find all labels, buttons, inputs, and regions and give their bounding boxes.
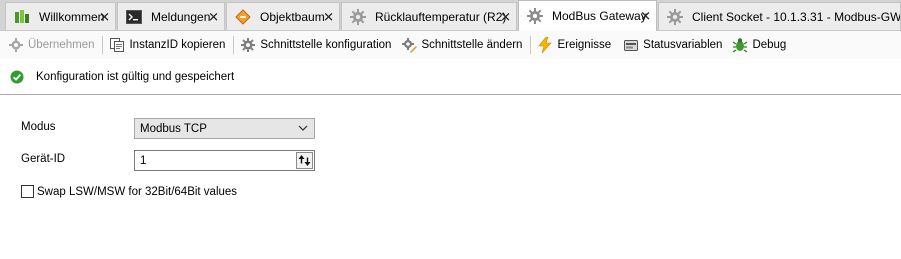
apply-button[interactable]: Übernehmen <box>8 34 98 56</box>
device-id-label: Gerät-ID <box>21 153 66 165</box>
tab-client-socket[interactable]: Client Socket - 10.1.3.31 - Modbus-GW <box>658 2 901 30</box>
welcome-icon <box>14 9 30 25</box>
gear-icon <box>667 8 683 25</box>
status-variables-label: Statusvariablen <box>643 39 723 51</box>
object-tree-icon <box>235 8 251 25</box>
status-variables-button[interactable]: Statusvariablen <box>623 34 726 56</box>
copy-instance-id-label: InstanzID kopieren <box>129 39 226 51</box>
debug-button[interactable]: Debug <box>732 34 790 56</box>
interface-config-label: Schnittstelle konfiguration <box>260 39 392 51</box>
device-id-value: 1 <box>140 154 147 167</box>
close-icon[interactable]: ✕ <box>500 10 511 23</box>
toolbar-separator <box>102 36 104 54</box>
gear-edit-icon <box>401 37 418 53</box>
swap-option: Swap LSW/MSW for 32Bit/64Bit values <box>21 185 237 198</box>
spinner-arrows-icon[interactable] <box>296 152 313 169</box>
toolbar: Übernehmen InstanzID kopieren Schnittste… <box>0 31 901 59</box>
apply-label: Übernehmen <box>28 39 95 51</box>
apply-icon <box>8 37 24 53</box>
tab-label: Rücklauftemperatur (R2) <box>375 9 507 24</box>
bug-icon <box>732 37 748 53</box>
swap-label: Swap LSW/MSW for 32Bit/64Bit values <box>37 185 238 198</box>
tab-bar: Willkommen ✕ Meldungen ✕ Objektbaum ✕ Rü… <box>0 0 901 31</box>
interface-change-label: Schnittstelle ändern <box>421 39 523 51</box>
tab-meldungen[interactable]: Meldungen ✕ <box>117 2 225 30</box>
gear-icon <box>240 37 256 53</box>
close-icon[interactable]: ✕ <box>323 10 334 23</box>
tab-label: ModBus Gateway <box>552 9 647 23</box>
close-icon[interactable]: ✕ <box>208 10 219 23</box>
mode-label: Modus <box>21 121 56 133</box>
check-circle-icon <box>10 70 24 84</box>
tab-label: Objektbaum <box>260 9 325 24</box>
gear-icon <box>527 8 543 24</box>
tab-ruecklauftemperatur[interactable]: Rücklauftemperatur (R2) ✕ <box>341 2 517 30</box>
copy-instance-id-button[interactable]: InstanzID kopieren <box>109 34 229 56</box>
debug-label: Debug <box>752 39 787 51</box>
console-icon <box>126 9 142 25</box>
close-icon[interactable]: ✕ <box>99 10 110 23</box>
tab-label: Meldungen <box>151 9 211 24</box>
lightning-icon <box>537 37 553 53</box>
tab-modbus-gateway[interactable]: ModBus Gateway ✕ <box>518 0 657 31</box>
copy-icon <box>109 37 125 53</box>
swap-checkbox[interactable] <box>21 185 34 198</box>
chevron-down-icon <box>298 123 308 136</box>
tab-objektbaum[interactable]: Objektbaum ✕ <box>226 2 340 30</box>
events-button[interactable]: Ereignisse <box>537 34 615 56</box>
divider <box>0 94 901 95</box>
close-icon[interactable]: ✕ <box>640 10 651 23</box>
variables-icon <box>623 37 639 53</box>
interface-change-button[interactable]: Schnittstelle ändern <box>401 34 526 56</box>
mode-select[interactable]: Modbus TCP <box>134 118 315 139</box>
interface-config-button[interactable]: Schnittstelle konfiguration <box>240 34 395 56</box>
device-id-field[interactable]: 1 <box>134 150 315 171</box>
events-label: Ereignisse <box>557 39 612 51</box>
tab-willkommen[interactable]: Willkommen ✕ <box>5 2 116 30</box>
toolbar-separator <box>233 36 235 54</box>
gear-icon <box>350 8 366 25</box>
status-text: Konfiguration ist gültig und gespeichert <box>36 71 235 83</box>
tab-label: Client Socket - 10.1.3.31 - Modbus-GW <box>692 9 901 24</box>
status-message: Konfiguration ist gültig und gespeichert <box>0 63 901 91</box>
toolbar-separator <box>530 36 532 54</box>
tab-label: Willkommen <box>39 9 105 24</box>
mode-value: Modbus TCP <box>140 122 207 135</box>
